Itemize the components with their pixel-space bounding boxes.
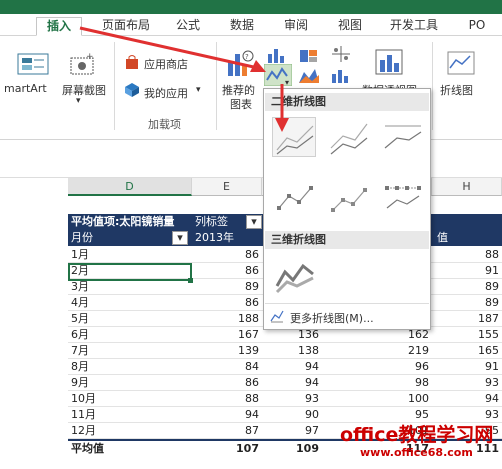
watermark-text: office教程学习网 xyxy=(340,424,494,446)
watermark-url: www.office68.com xyxy=(360,446,473,459)
annotation-arrows xyxy=(79,26,289,132)
